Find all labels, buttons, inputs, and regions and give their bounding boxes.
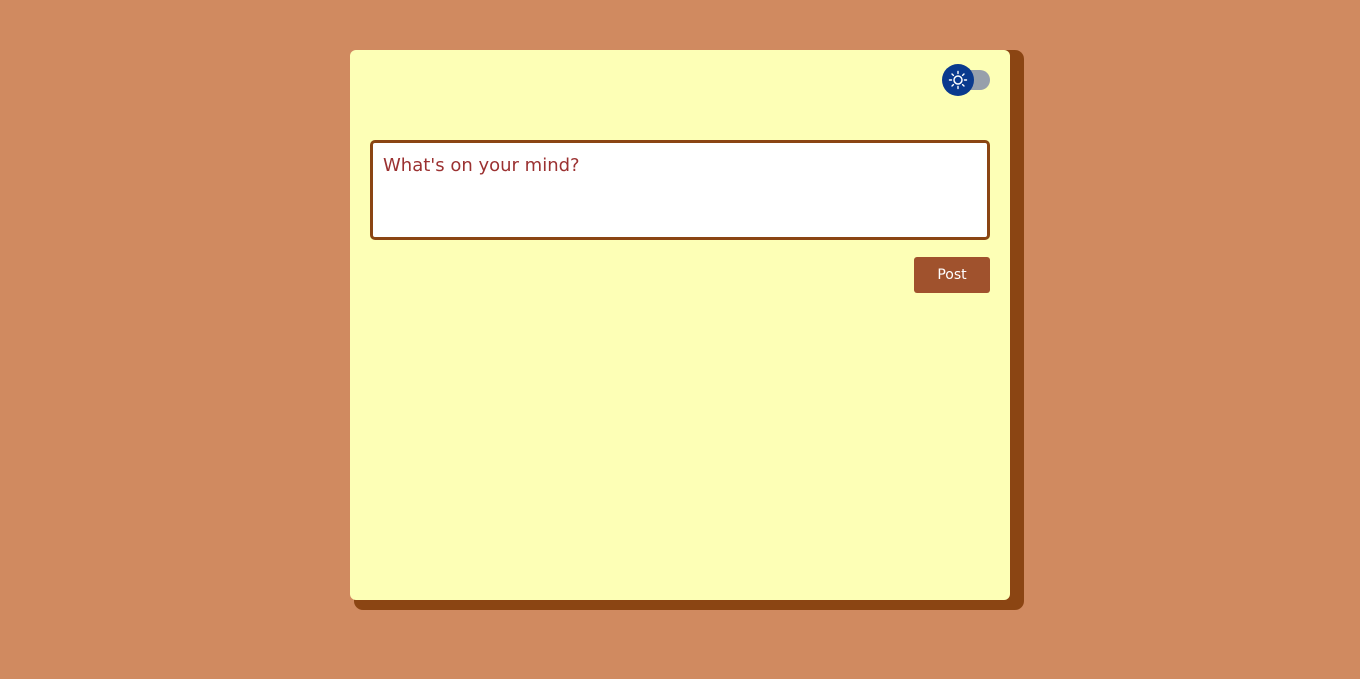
post-textarea-placeholder: What's on your mind? (383, 155, 580, 176)
post-card: What's on your mind? Post (350, 50, 1010, 600)
sun-icon (948, 70, 968, 90)
theme-toggle[interactable] (942, 64, 990, 96)
toggle-knob (942, 64, 974, 96)
post-textarea[interactable]: What's on your mind? (370, 140, 990, 240)
post-button[interactable]: Post (914, 257, 990, 293)
